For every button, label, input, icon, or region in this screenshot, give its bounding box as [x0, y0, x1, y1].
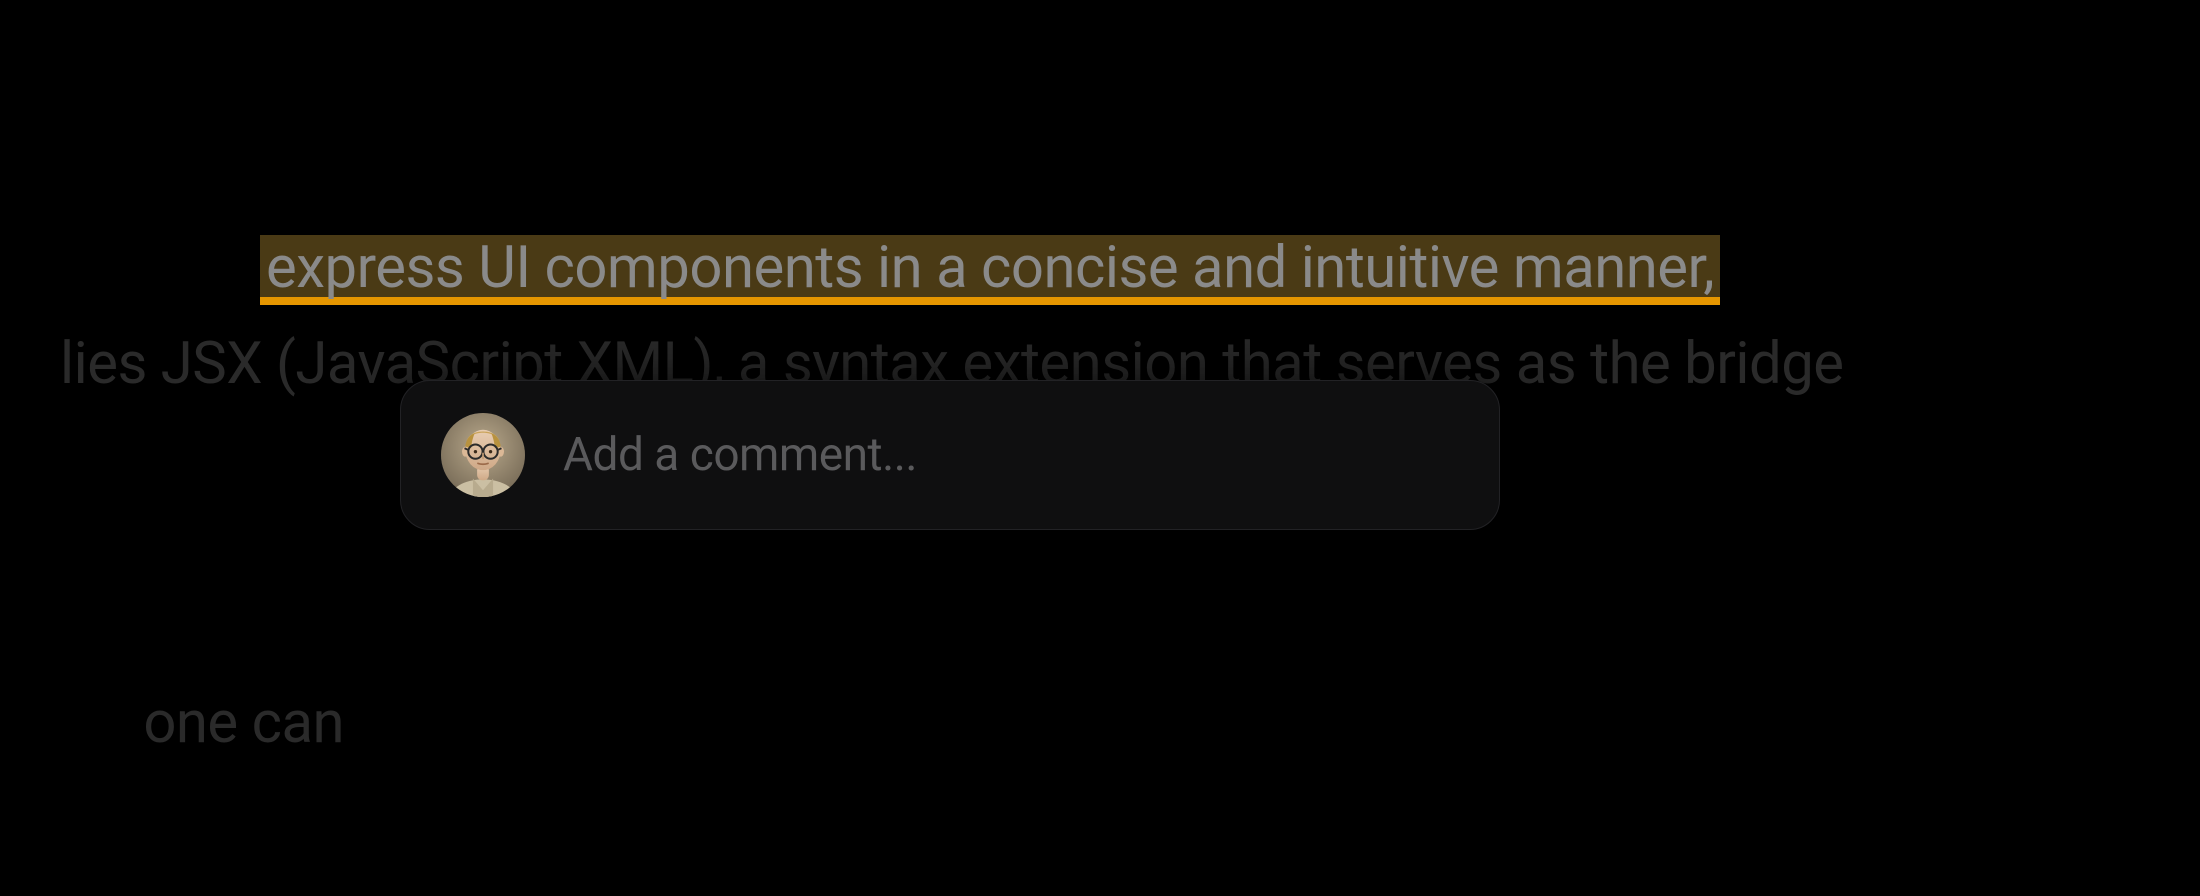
selected-text[interactable]: express UI components in a concise and i…: [260, 235, 1720, 305]
text-selection[interactable]: express UI components in a concise and i…: [260, 232, 1720, 308]
bg-line-2: one can: [60, 589, 2140, 859]
bg-line-2-prefix: one can: [143, 689, 358, 757]
comment-popover: [400, 380, 1500, 530]
comment-input[interactable]: [561, 427, 1459, 483]
avatar-image: [441, 413, 525, 497]
avatar: [441, 413, 525, 497]
